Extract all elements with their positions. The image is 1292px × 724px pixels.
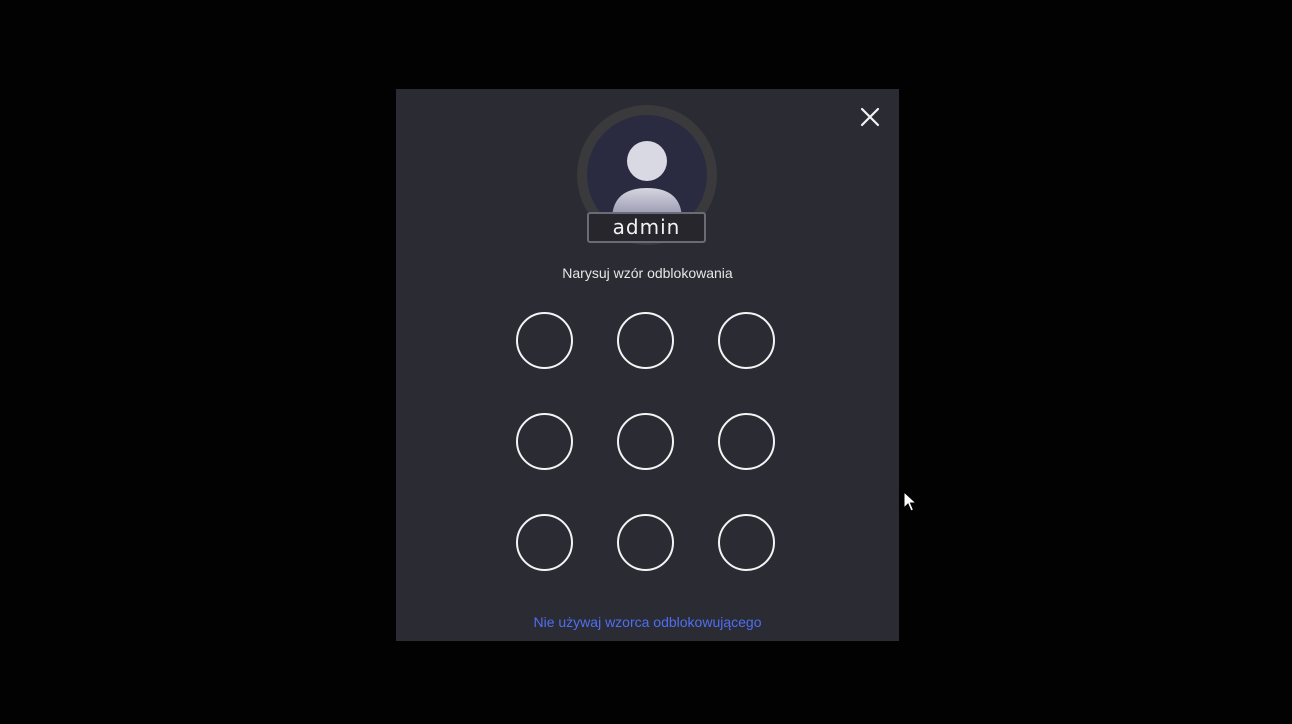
pattern-unlock-dialog: admin Narysuj wzór odblokowania Nie używ… <box>396 89 899 641</box>
pattern-dot-8[interactable] <box>617 514 674 571</box>
pattern-dot-7[interactable] <box>516 514 573 571</box>
mouse-pointer-icon <box>903 491 917 512</box>
dont-use-pattern-link[interactable]: Nie używaj wzorca odblokowującego <box>396 614 899 630</box>
pattern-dot-2[interactable] <box>617 312 674 369</box>
pattern-dot-4[interactable] <box>516 413 573 470</box>
pattern-dot-6[interactable] <box>718 413 775 470</box>
pattern-dot-9[interactable] <box>718 514 775 571</box>
pattern-dot-5[interactable] <box>617 413 674 470</box>
pattern-dot-3[interactable] <box>718 312 775 369</box>
screen: admin Narysuj wzór odblokowania Nie używ… <box>0 0 1292 724</box>
username-label: admin <box>587 212 706 243</box>
pattern-grid[interactable] <box>516 312 779 575</box>
close-icon <box>860 107 880 127</box>
pattern-dot-1[interactable] <box>516 312 573 369</box>
pattern-prompt: Narysuj wzór odblokowania <box>562 265 733 281</box>
close-button[interactable] <box>854 101 886 133</box>
